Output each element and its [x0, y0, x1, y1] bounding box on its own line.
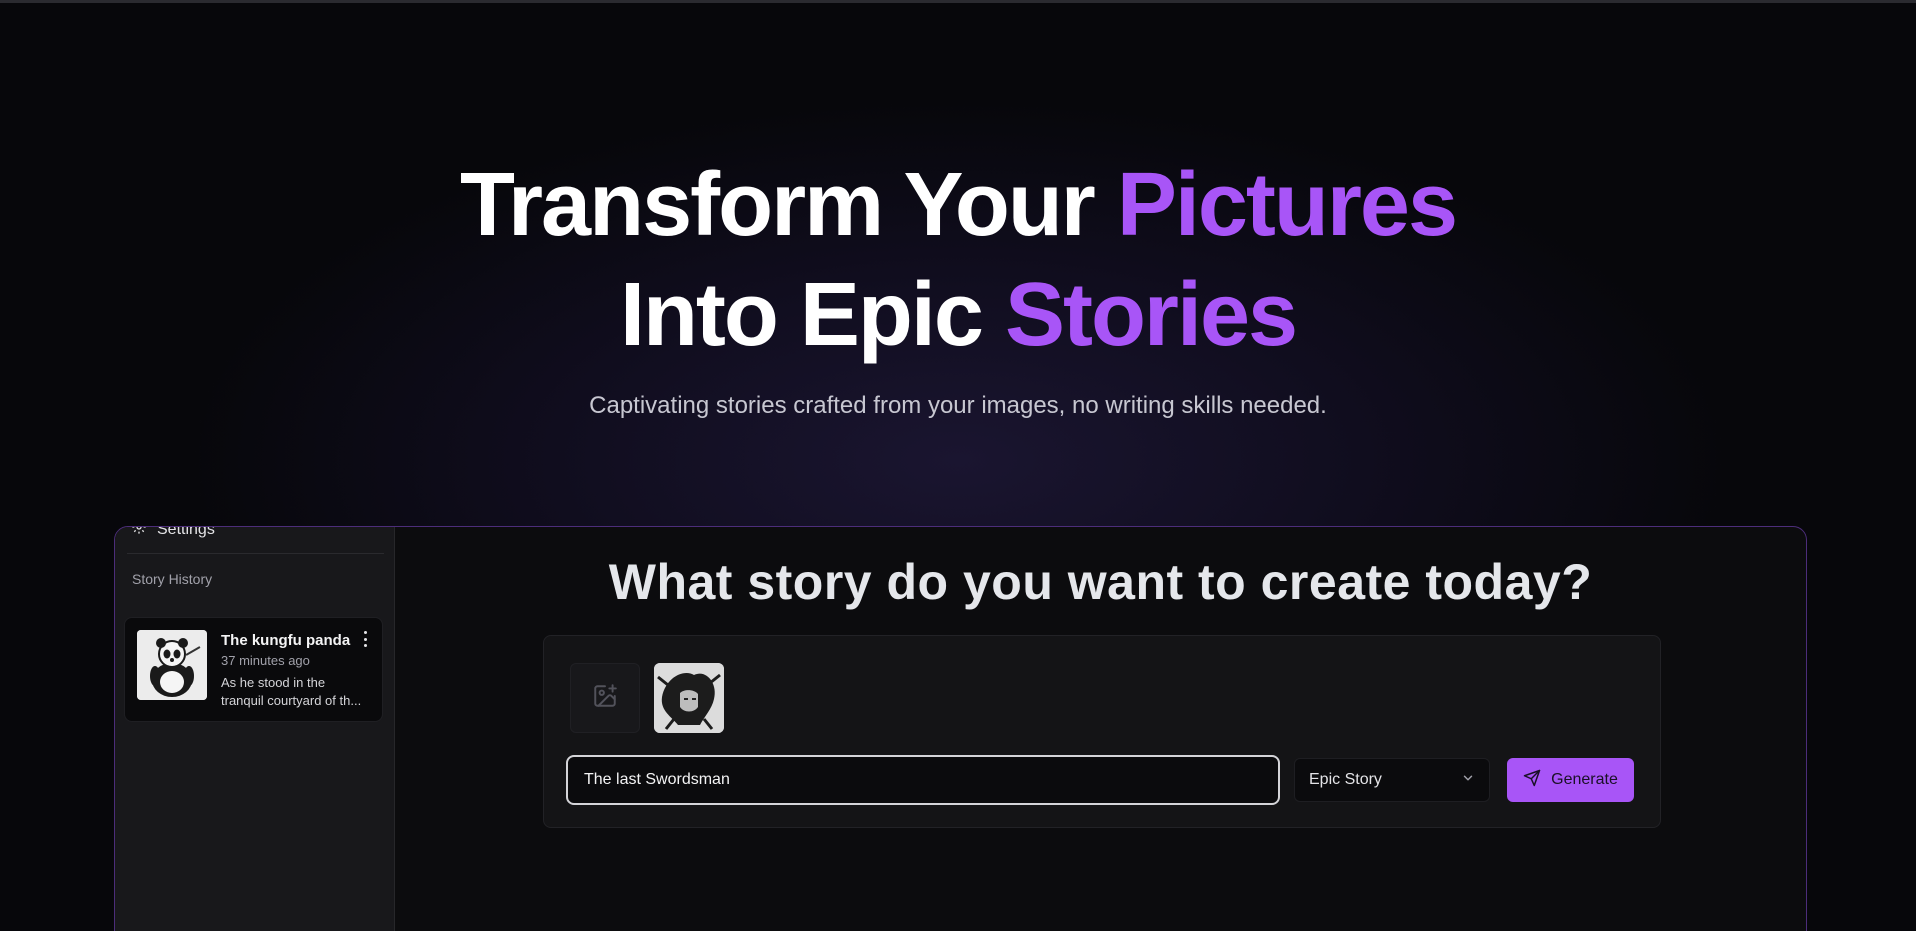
generate-label: Generate [1551, 771, 1618, 788]
gear-icon [131, 527, 147, 540]
hero-section: Transform Your Pictures Into Epic Storie… [0, 150, 1916, 420]
hero-title-line1-text: Transform Your [460, 155, 1117, 255]
history-item[interactable]: The kungfu panda 37 minutes ago As he st… [124, 617, 383, 722]
uploaded-image-thumbnail[interactable] [654, 663, 724, 733]
top-border [0, 0, 1916, 3]
history-item-snippet: As he stood in the tranquil courtyard of… [221, 674, 371, 710]
story-title-input[interactable] [566, 755, 1280, 805]
story-style-value: Epic Story [1309, 771, 1382, 788]
hero-subtitle: Captivating stories crafted from your im… [589, 392, 1327, 419]
story-composer: Epic Story Generate [543, 635, 1661, 828]
add-image-button[interactable] [570, 663, 640, 733]
main-heading: What story do you want to create today? [608, 554, 1593, 610]
story-history-title: Story History [132, 571, 213, 587]
generate-button[interactable]: Generate [1507, 758, 1634, 802]
history-item-title: The kungfu panda [221, 632, 351, 649]
hero-title: Transform Your Pictures Into Epic Storie… [0, 150, 1916, 370]
sidebar-divider [127, 553, 384, 554]
history-item-snippet-line2: tranquil courtyard of th... [221, 693, 362, 708]
panda-thumbnail [137, 630, 207, 700]
settings-label: Settings [157, 526, 215, 538]
settings-link[interactable]: Settings [131, 526, 215, 540]
story-style-select[interactable]: Epic Story [1294, 758, 1490, 802]
history-item-time: 37 minutes ago [221, 653, 310, 668]
sidebar: Settings Story History The kungfu panda … [115, 527, 395, 931]
send-icon [1523, 769, 1541, 792]
more-options-icon[interactable] [358, 630, 372, 648]
hero-title-line2-text: Into Epic [619, 265, 1005, 365]
hero-title-line1-accent: Pictures [1116, 155, 1458, 255]
history-item-snippet-line1: As he stood in the [221, 675, 326, 690]
image-plus-icon [592, 683, 618, 714]
hero-title-line2-accent: Stories [1004, 265, 1298, 365]
chevron-down-icon [1461, 771, 1475, 790]
app-preview-frame: Settings Story History The kungfu panda … [114, 526, 1807, 931]
